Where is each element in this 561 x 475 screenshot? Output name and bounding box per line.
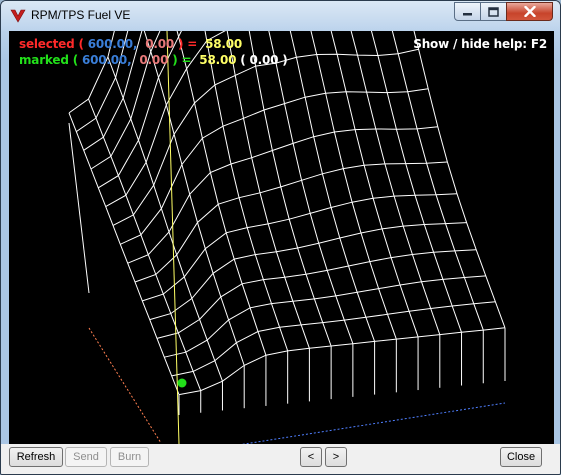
bottom-toolbar: Refresh Send Burn < > Close [1, 444, 560, 474]
mesh-column-line [156, 249, 477, 339]
mesh-row-line [176, 31, 267, 356]
mesh-row-line [268, 31, 354, 344]
selected-open-paren: ( [74, 37, 84, 51]
mesh-column-line [178, 327, 506, 396]
mesh-row-line [68, 112, 180, 395]
app-v-logo-icon [10, 9, 26, 23]
mesh-row-line [88, 98, 202, 391]
minimize-button[interactable] [454, 2, 481, 21]
selected-close-paren: ) = [178, 37, 198, 51]
send-button[interactable]: Send [65, 447, 107, 467]
selected-result-value: 58.00 [205, 37, 243, 51]
ve-table-window: RPM/TPS Fuel VE selected ( 600.00, 0.00 … [0, 0, 561, 475]
mesh-column-line [134, 161, 448, 283]
3d-ve-mesh-view[interactable]: selected ( 600.00, 0.00 ) = 58.00 marked… [9, 31, 554, 444]
selected-y-value: 0.00 [145, 37, 175, 51]
mesh-column-line [164, 275, 486, 358]
selected-label: selected [19, 37, 75, 51]
close-window-button[interactable] [506, 2, 553, 21]
mesh-row-line [350, 31, 441, 335]
help-hint: Show / hide help: F2 [413, 37, 547, 51]
burn-button[interactable]: Burn [110, 447, 149, 467]
mesh-row-line [330, 31, 419, 338]
marked-y-value: 0.00 [139, 53, 169, 67]
mesh-row-line [370, 31, 462, 333]
mesh-row-line [310, 31, 397, 340]
marked-close-paren: ) = [172, 53, 192, 67]
refresh-button[interactable]: Refresh [9, 447, 63, 467]
mesh-column-line [120, 88, 429, 245]
next-button[interactable]: > [325, 447, 347, 467]
marked-label: marked [19, 53, 69, 67]
window-title: RPM/TPS Fuel VE [31, 8, 131, 22]
close-button[interactable]: Close [500, 447, 542, 467]
selected-readout: selected ( 600.00, 0.00 ) = 58.00 [19, 37, 242, 51]
tps-axis-line [241, 402, 506, 444]
maximize-icon [488, 6, 499, 17]
marked-point-marker [177, 378, 187, 388]
mesh-row-line [289, 31, 376, 342]
rpm-axis-line [88, 327, 162, 444]
maximize-button[interactable] [480, 2, 507, 21]
selected-x-value: 600.00, [87, 37, 138, 51]
minimize-icon [463, 12, 472, 15]
marked-x-value: 600.00, [81, 53, 132, 67]
previous-button[interactable]: < [300, 447, 322, 467]
title-bar[interactable]: RPM/TPS Fuel VE [1, 1, 560, 31]
marked-result-value: 58.00 [199, 53, 237, 67]
ve-mesh-plot[interactable] [9, 31, 554, 444]
mesh-column-line [149, 222, 467, 321]
marked-open-paren: ( [68, 53, 79, 67]
close-icon [523, 6, 536, 17]
mesh-column-line [171, 301, 496, 377]
marked-readout: marked ( 600.00, 0.00 ) = 58.00 ( 0.00 ) [19, 53, 288, 67]
marked-extra-value: ( 0.00 ) [240, 53, 288, 67]
